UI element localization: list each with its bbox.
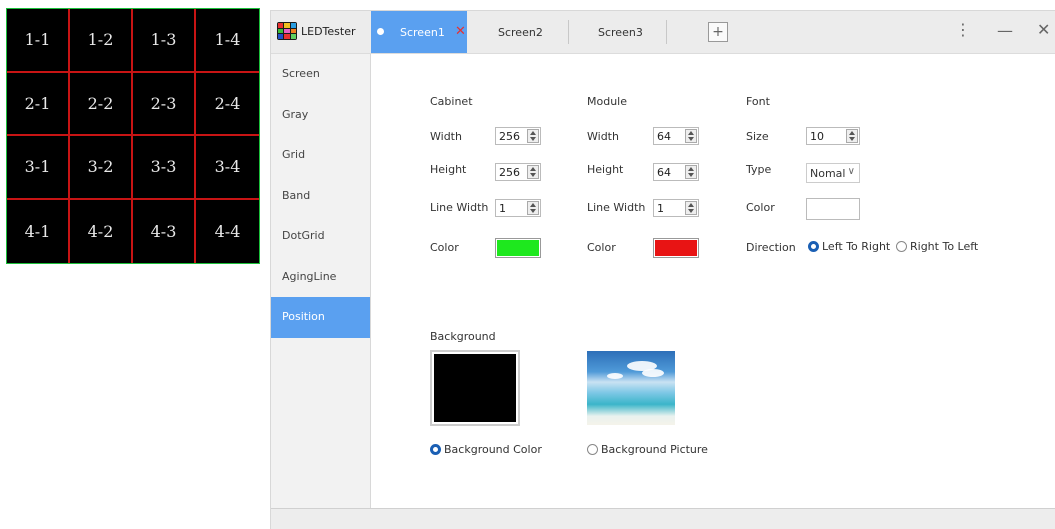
module-color-swatch[interactable] [653, 238, 699, 258]
tab-screen1[interactable]: Screen1 ✕ [371, 11, 467, 53]
sidebar-item-band[interactable]: Band [271, 176, 370, 217]
sidebar-item-dotgrid[interactable]: DotGrid [271, 216, 370, 257]
tab-screen3[interactable]: Screen3 [598, 26, 643, 39]
tab-screen2[interactable]: Screen2 [498, 26, 543, 39]
led-cell: 2-3 [133, 72, 196, 136]
led-cell: 2-4 [196, 73, 259, 136]
led-cell: 2-2 [70, 72, 133, 136]
led-cell: 4-1 [7, 199, 70, 263]
close-window-button[interactable]: ✕ [1037, 20, 1050, 39]
spin-arrows-icon[interactable] [527, 165, 539, 179]
led-cell: 3-1 [7, 136, 70, 200]
cabinet-heading: Cabinet [430, 95, 473, 108]
font-size-spinbox[interactable]: 10 [806, 127, 860, 145]
sidebar-item-gray[interactable]: Gray [271, 95, 370, 136]
module-heading: Module [587, 95, 627, 108]
tab-divider [568, 20, 569, 44]
radio-unselected-icon [587, 444, 598, 455]
background-picture-preview[interactable] [587, 351, 675, 425]
sidebar-item-agingline[interactable]: AgingLine [271, 257, 370, 298]
spin-arrows-icon[interactable] [846, 129, 858, 143]
title-bar: LEDTester Screen1 ✕ Screen2 Screen3 + ⋮ … [271, 11, 1055, 54]
spin-arrows-icon[interactable] [685, 165, 697, 179]
led-cell: 3-3 [133, 136, 196, 200]
module-line-width-spinbox[interactable]: 1 [653, 199, 699, 217]
background-color-preview[interactable] [430, 350, 520, 426]
tab-divider [666, 20, 667, 44]
spin-arrows-icon[interactable] [527, 201, 539, 215]
spin-arrows-icon[interactable] [685, 129, 697, 143]
radio-background-color[interactable]: Background Color [430, 443, 542, 456]
font-heading: Font [746, 95, 770, 108]
module-width-label: Width [587, 130, 619, 143]
settings-panel: Cabinet Width 256 Height 256 Line Width … [371, 54, 1055, 509]
cabinet-width-label: Width [430, 130, 462, 143]
background-heading: Background [430, 330, 496, 343]
sidebar-item-screen[interactable]: Screen [271, 54, 370, 95]
sidebar-item-grid[interactable]: Grid [271, 135, 370, 176]
font-type-label: Type [746, 163, 772, 176]
cabinet-line-width-spinbox[interactable]: 1 [495, 199, 541, 217]
radio-left-to-right[interactable]: Left To Right [808, 240, 890, 253]
cabinet-color-label: Color [430, 241, 459, 254]
led-cell: 2-1 [7, 72, 70, 136]
minimize-button[interactable]: — [997, 21, 1013, 40]
tab-label: Screen1 [400, 26, 445, 39]
radio-selected-icon [808, 241, 819, 252]
font-type-select[interactable]: Nomal ∨ [806, 163, 860, 183]
cabinet-height-spinbox[interactable]: 256 [495, 163, 541, 181]
app-brand: LEDTester [277, 22, 356, 40]
spin-arrows-icon[interactable] [527, 129, 539, 143]
module-line-width-label: Line Width [587, 201, 646, 214]
cabinet-line-width-label: Line Width [430, 201, 489, 214]
led-cell: 3-2 [70, 136, 133, 200]
module-height-label: Height [587, 163, 624, 176]
eye-icon[interactable] [377, 28, 384, 35]
spin-arrows-icon[interactable] [685, 201, 697, 215]
direction-label: Direction [746, 241, 796, 254]
more-menu-icon[interactable]: ⋮ [955, 20, 971, 39]
module-height-spinbox[interactable]: 64 [653, 163, 699, 181]
led-cell: 1-2 [70, 9, 133, 73]
led-cell: 4-4 [214, 221, 241, 241]
module-width-spinbox[interactable]: 64 [653, 127, 699, 145]
sidebar-item-position[interactable]: Position [271, 297, 370, 338]
radio-selected-icon [430, 444, 441, 455]
chevron-down-icon: ∨ [847, 166, 855, 177]
add-tab-button[interactable]: + [708, 22, 728, 42]
radio-right-to-left[interactable]: Right To Left [896, 240, 978, 253]
cabinet-width-spinbox[interactable]: 256 [495, 127, 541, 145]
led-cell: 1-1 [7, 9, 70, 73]
led-cell: 1-4 [196, 9, 259, 73]
cabinet-color-swatch[interactable] [495, 238, 541, 258]
app-title: LEDTester [301, 24, 356, 38]
led-cell: 4-2 [70, 199, 133, 263]
font-size-label: Size [746, 130, 769, 143]
status-bar [271, 508, 1055, 529]
led-cell: 4-3 [133, 199, 196, 263]
module-color-label: Color [587, 241, 616, 254]
font-color-label: Color [746, 201, 775, 214]
radio-unselected-icon [896, 241, 907, 252]
font-color-swatch[interactable] [806, 198, 860, 220]
radio-background-picture[interactable]: Background Picture [587, 443, 708, 456]
close-tab-icon[interactable]: ✕ [455, 24, 466, 39]
led-cell: 1-3 [133, 9, 196, 73]
led-tester-window: LEDTester Screen1 ✕ Screen2 Screen3 + ⋮ … [270, 10, 1055, 529]
app-logo-icon [277, 22, 297, 40]
sidebar: Screen Gray Grid Band DotGrid AgingLine … [271, 54, 371, 509]
led-preview-grid: 1-1 1-2 1-3 1-4 2-1 2-2 2-3 2-4 3-1 3-2 3-3 3-4 4-1 4… [6, 8, 260, 264]
cabinet-height-label: Height [430, 163, 467, 176]
led-cell: 3-4 [196, 136, 259, 200]
